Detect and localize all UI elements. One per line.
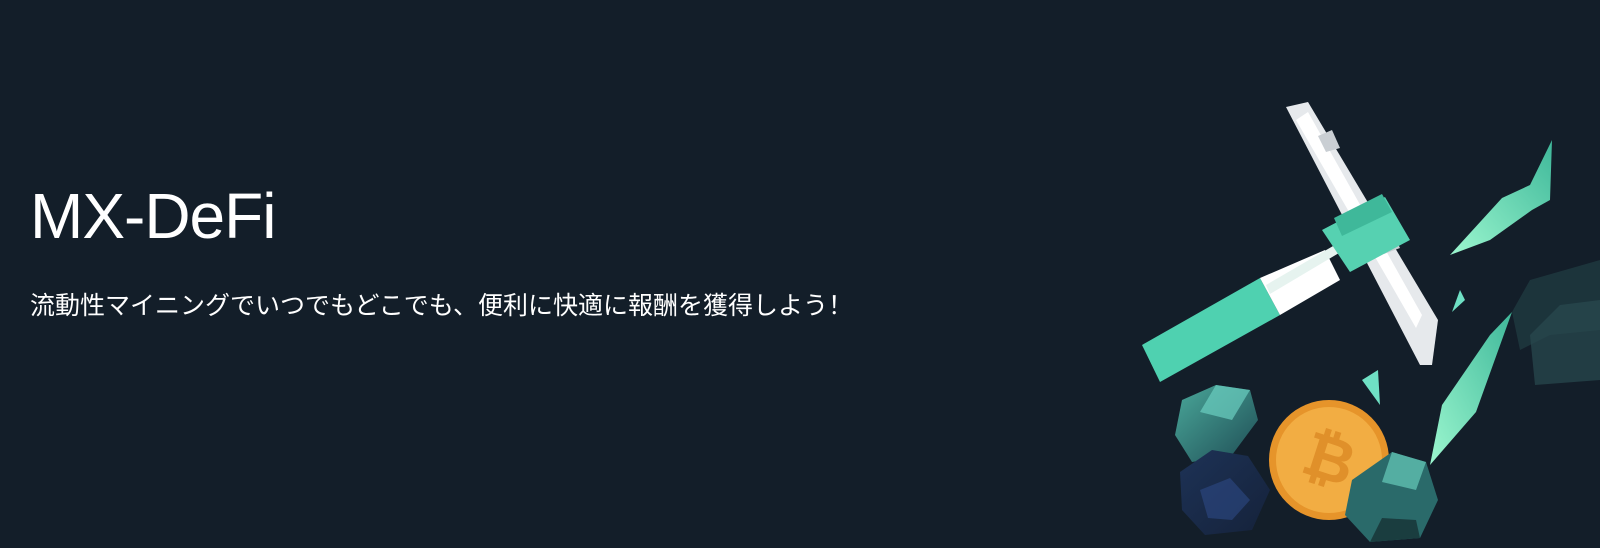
defi-hero-banner: MX-DeFi 流動性マイニングでいつでもどこでも、便利に快適に報酬を獲得しよう… bbox=[0, 0, 1600, 548]
page-subtitle: 流動性マイニングでいつでもどこでも、便利に快適に報酬を獲得しよう！ bbox=[30, 291, 854, 320]
rock-icon bbox=[1175, 385, 1270, 535]
mining-illustration: ₿ bbox=[1142, 102, 1600, 542]
page-title: MX-DeFi bbox=[30, 180, 276, 252]
pickaxe-icon bbox=[1142, 102, 1438, 382]
